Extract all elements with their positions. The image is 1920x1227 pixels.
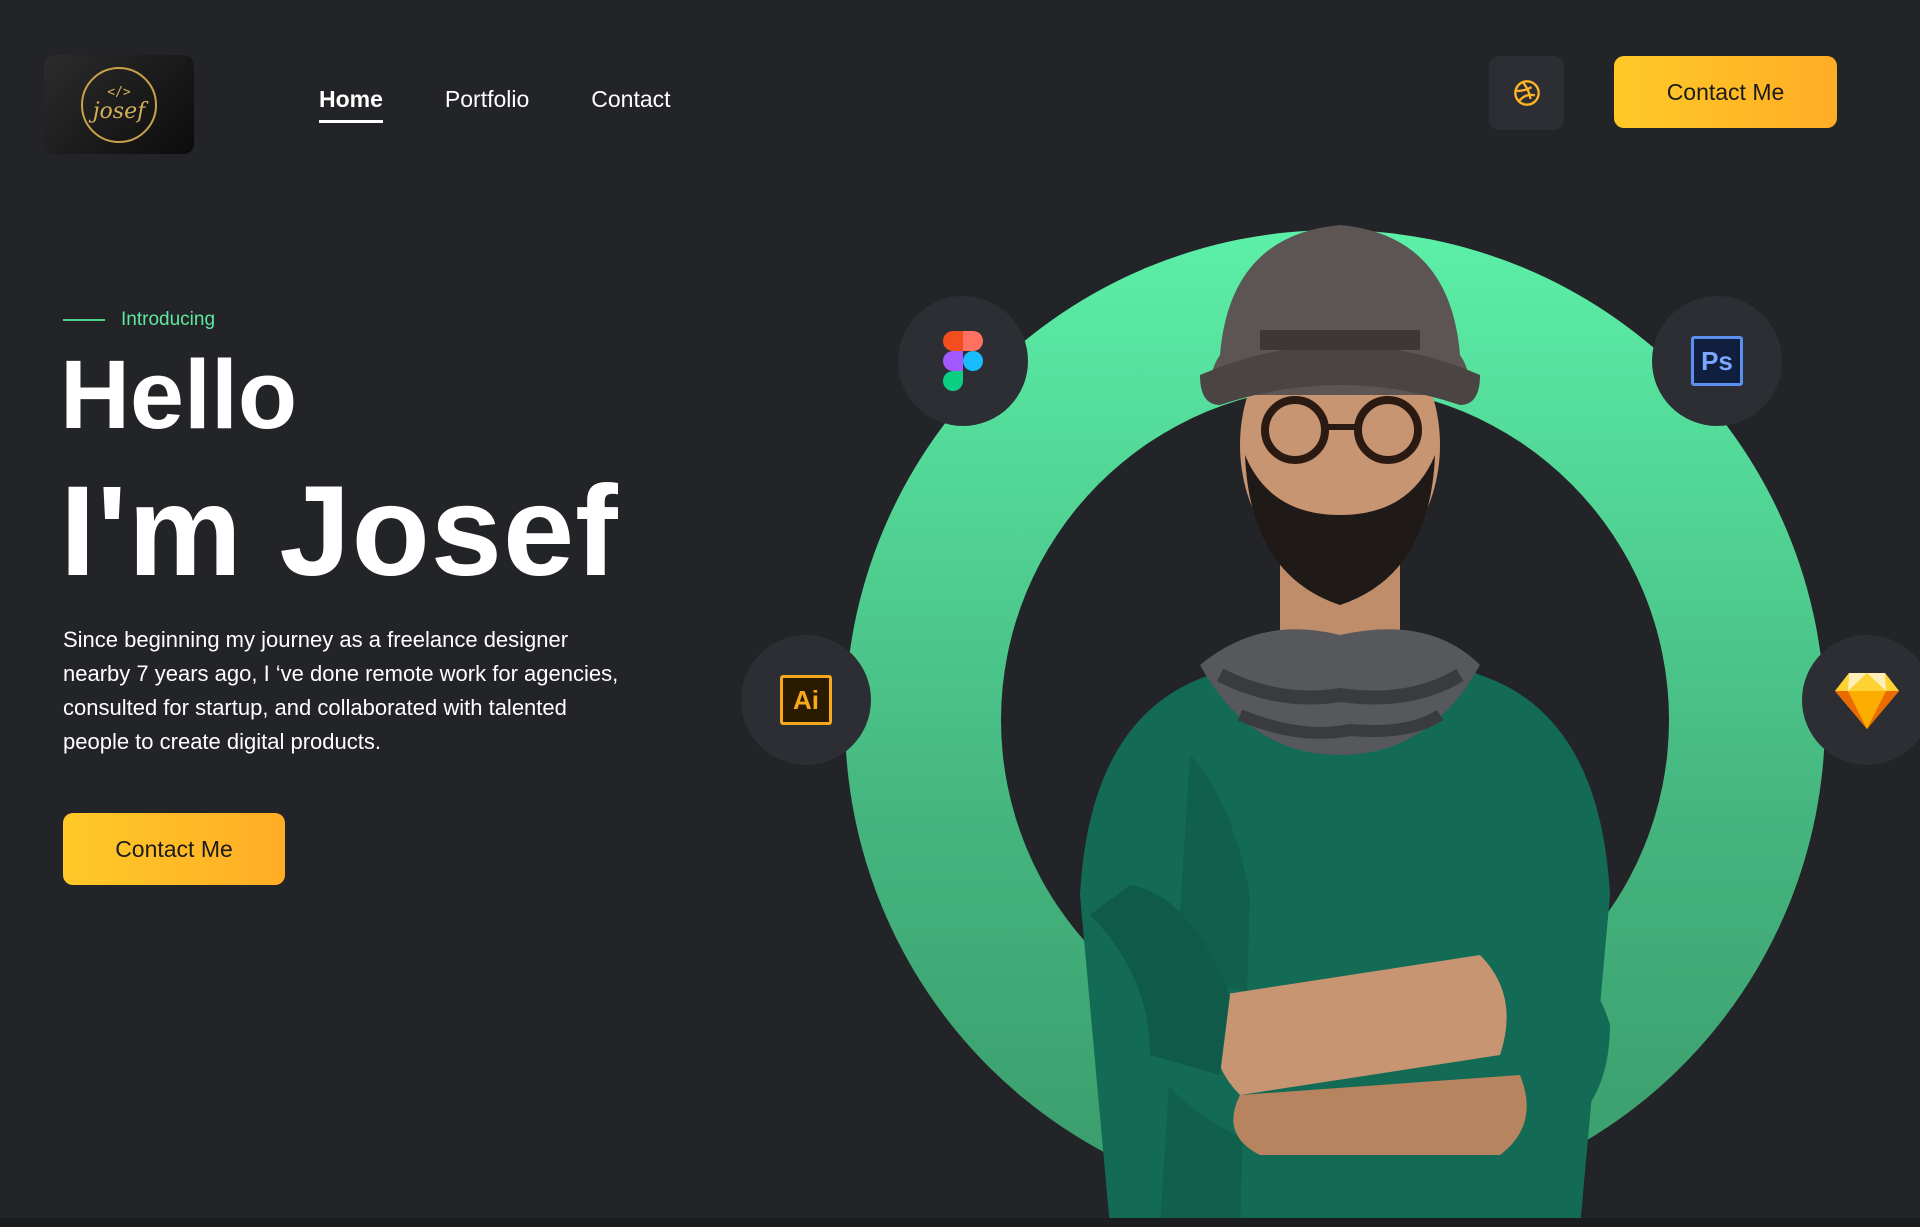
- hero-bio: Since beginning my journey as a freelanc…: [63, 627, 619, 754]
- illustrator-badge: Ai: [741, 635, 871, 765]
- page: </> josef Home Portfolio Contact Contact…: [0, 0, 1920, 1227]
- dribbble-icon: [1513, 80, 1540, 106]
- intro-label: Introducing: [63, 309, 215, 331]
- logo-text: josef: [92, 98, 146, 124]
- sketch-icon: [1835, 673, 1899, 729]
- hero-name: I'm Josef: [60, 460, 619, 603]
- sketch-badge: [1802, 635, 1920, 765]
- header-contact-button[interactable]: Contact Me: [1614, 56, 1837, 128]
- intro-divider: [63, 319, 105, 321]
- hero-greeting: Hello: [60, 340, 298, 449]
- illustrator-icon: Ai: [780, 675, 832, 725]
- dribbble-button[interactable]: [1489, 56, 1564, 130]
- portrait-photo: [1080, 225, 1610, 1227]
- nav-item-portfolio[interactable]: Portfolio: [445, 86, 529, 123]
- nav-item-contact[interactable]: Contact: [591, 86, 670, 123]
- intro-text: Introducing: [121, 309, 216, 330]
- main-nav: Home Portfolio Contact: [319, 86, 671, 123]
- logo-emblem: </> josef: [81, 66, 157, 143]
- logo[interactable]: </> josef: [44, 55, 194, 154]
- nav-item-home[interactable]: Home: [319, 86, 383, 123]
- page-bottom-edge: [0, 1218, 1920, 1227]
- logo-code-glyph: </>: [107, 84, 131, 100]
- hero-contact-button[interactable]: Contact Me: [63, 813, 285, 885]
